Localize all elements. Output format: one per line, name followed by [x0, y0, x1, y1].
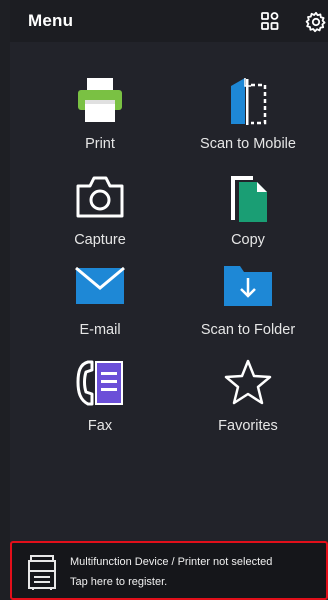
gear-icon[interactable] [305, 11, 326, 33]
menu-item-label: Favorites [218, 418, 278, 434]
fax-icon [74, 358, 126, 413]
folder-download-icon [222, 262, 274, 313]
menu-item-email[interactable]: E-mail [35, 262, 165, 350]
menu-item-label: Print [85, 136, 115, 152]
device-status-text: Multifunction Device / Printer not selec… [70, 556, 273, 568]
menu-item-print[interactable]: Print [35, 76, 165, 164]
app-window: Menu Print Scan to Mobile Capture Copy E… [10, 0, 328, 600]
menu-item-scan-to-folder[interactable]: Scan to Folder [183, 262, 313, 350]
page-title: Menu [28, 11, 74, 30]
copy-icon [223, 172, 273, 229]
menu-item-fax[interactable]: Fax [35, 358, 165, 446]
camera-icon [74, 172, 126, 227]
menu-item-label: Scan to Folder [200, 322, 296, 338]
menu-item-label: Scan to Mobile [200, 136, 296, 152]
menu-item-scan-to-mobile[interactable]: Scan to Mobile [183, 76, 313, 164]
multifunction-device-icon [27, 553, 57, 596]
register-hint-text: Tap here to register. [70, 576, 168, 588]
menu-item-copy[interactable]: Copy [183, 172, 313, 260]
register-device-banner[interactable]: Multifunction Device / Printer not selec… [10, 541, 328, 600]
menu-item-label: Capture [74, 232, 126, 248]
menu-item-label: E-mail [79, 322, 121, 338]
scan-to-mobile-icon [223, 76, 273, 131]
menu-item-favorites[interactable]: Favorites [183, 358, 313, 446]
star-icon [222, 358, 274, 413]
menu-item-label: Copy [231, 232, 265, 248]
menu-item-capture[interactable]: Capture [35, 172, 165, 260]
menu-item-label: Fax [87, 418, 113, 434]
header-bar: Menu [10, 0, 328, 42]
grid-icon[interactable] [260, 11, 280, 31]
printer-icon [75, 76, 125, 131]
envelope-icon [74, 262, 126, 313]
